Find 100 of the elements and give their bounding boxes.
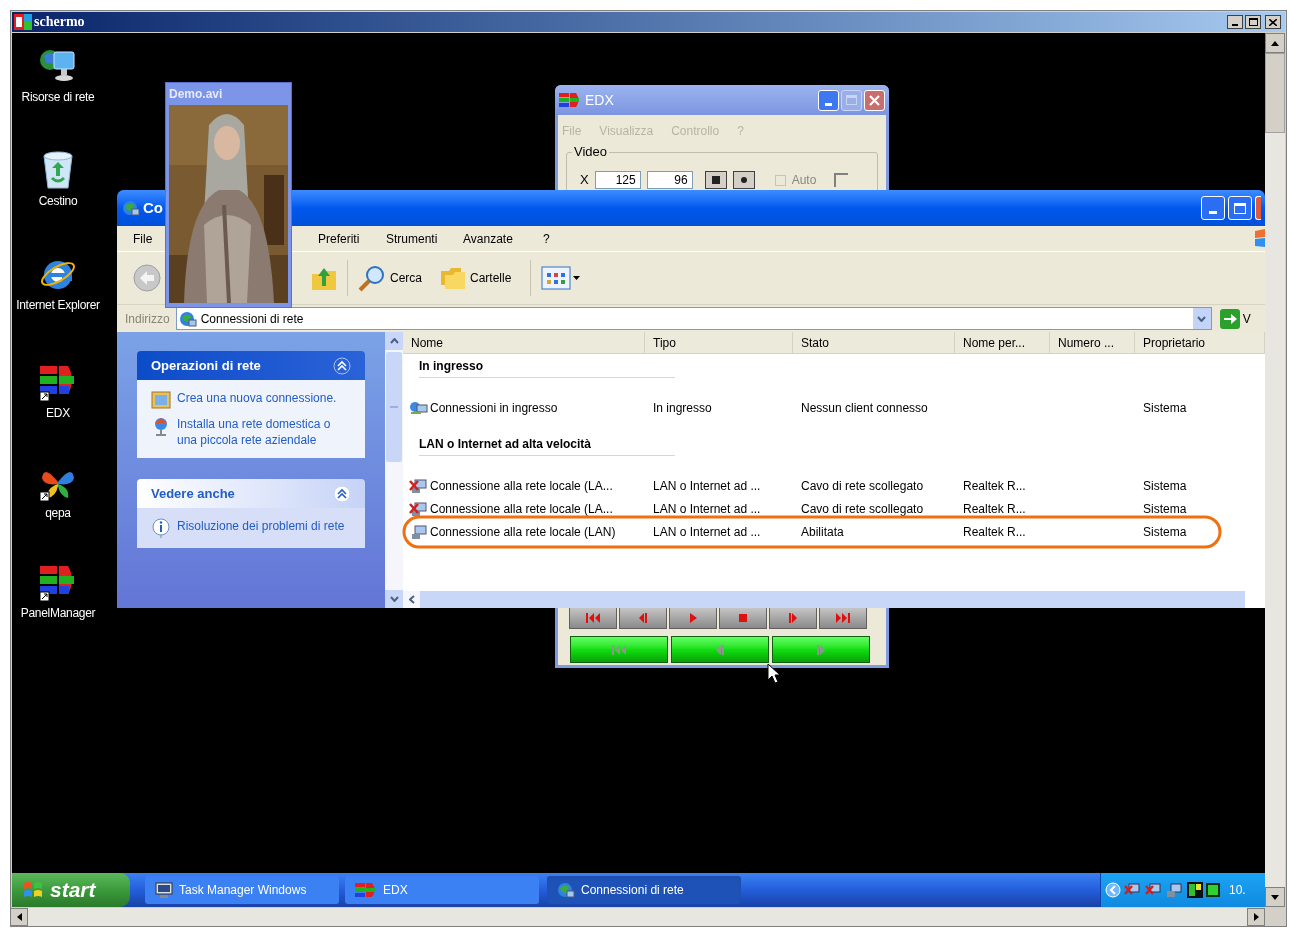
scroll-left-icon[interactable]	[408, 595, 415, 604]
task-link[interactable]: Crea una nuova connessione.	[177, 390, 347, 406]
close-button[interactable]	[1265, 15, 1281, 29]
media-button[interactable]	[570, 636, 668, 663]
media-button[interactable]	[619, 606, 667, 629]
table-cell: LAN o Internet ad ...	[653, 502, 761, 516]
menu-item[interactable]: Strumenti	[386, 229, 438, 248]
desktop-icon-label[interactable]: EDX	[12, 406, 104, 421]
toolbar-button[interactable]: Cerca	[355, 263, 424, 293]
column-header[interactable]: Stato	[793, 332, 955, 354]
grid-view-icon	[541, 266, 571, 290]
table-cell: Nessun client connesso	[801, 401, 928, 415]
table-cell: LAN o Internet ad ...	[653, 479, 761, 493]
maximize-icon	[846, 95, 857, 105]
edx-logo-icon	[355, 883, 377, 897]
column-header[interactable]: Proprietario	[1135, 332, 1265, 354]
media-button[interactable]	[671, 636, 769, 663]
scroll-up-icon[interactable]	[1271, 40, 1279, 46]
network-connection-icon[interactable]	[1166, 882, 1184, 898]
scroll-thumb[interactable]	[1265, 53, 1285, 133]
toolbar-button[interactable]: Cartelle	[437, 263, 514, 293]
task-link[interactable]: Risoluzione dei problemi di rete	[177, 518, 347, 534]
windows-flag-icon	[22, 880, 44, 900]
maximize-button[interactable]	[1245, 15, 1261, 29]
task-link[interactable]: Installa una rete domestica o una piccola rete aziendale	[177, 416, 347, 448]
group-header: LAN o Internet ad alta velocità	[419, 435, 675, 456]
go-button[interactable]: V	[1219, 308, 1251, 329]
media-button[interactable]	[569, 606, 617, 629]
views-button[interactable]	[541, 265, 580, 291]
minimize-button[interactable]	[1227, 15, 1243, 29]
app-icon	[14, 14, 32, 30]
dropdown-button[interactable]	[1192, 308, 1211, 329]
table-cell: Sistema	[1143, 502, 1187, 516]
set-button[interactable]	[732, 171, 755, 189]
incoming-connection-icon	[409, 400, 429, 416]
desktop-icon-label[interactable]: qepa	[12, 506, 104, 521]
list-row[interactable]: Connessione alla rete locale (LAN) LAN o Internet ad ... Abilitata Realtek R... Sistema	[403, 521, 1265, 543]
media-button[interactable]	[819, 606, 867, 629]
desktop-icon-label[interactable]: Cestino	[12, 194, 104, 209]
search-icon	[357, 264, 387, 292]
network-globe-icon	[178, 309, 197, 328]
media-button[interactable]	[719, 606, 767, 629]
address-field[interactable]: Connessioni di rete	[175, 307, 1212, 330]
pane-header[interactable]: Vedere anche	[137, 479, 365, 508]
chip-icon[interactable]	[1206, 883, 1220, 897]
list-row[interactable]: Connessioni in ingresso In ingresso Nessun client connesso Sistema	[403, 397, 1265, 419]
scroll-right-icon[interactable]	[1253, 913, 1259, 921]
column-header[interactable]: Numero ...	[1050, 332, 1135, 354]
list-row[interactable]: Connessione alla rete locale (LA... LAN o Internet ad ... Cavo di rete scollegato Realtek R... Sistema	[403, 475, 1265, 497]
folder-icon	[439, 265, 467, 291]
desktop-icon-label[interactable]: Internet Explorer	[12, 298, 104, 313]
menu-item[interactable]: ?	[543, 229, 550, 248]
desktop-icon-label[interactable]: Risorse di rete	[12, 90, 104, 105]
table-cell-text: Connessione alla rete locale (LAN)	[430, 524, 616, 541]
horizontal-scrollbar[interactable]	[10, 908, 1265, 926]
disconnected-network-icon	[409, 501, 429, 517]
menu-item[interactable]: Avanzate	[463, 229, 513, 248]
input-field[interactable]: 96	[646, 171, 693, 189]
horizontal-scrollbar[interactable]	[403, 591, 1245, 608]
table-cell-text: Connessione alla rete locale (LA...	[430, 478, 613, 495]
connection-wizard-icon	[151, 390, 171, 410]
input-field[interactable]: 125	[594, 171, 641, 189]
vertical-scrollbar[interactable]	[385, 332, 403, 608]
window-title: Demo.avi	[169, 86, 223, 103]
skip-back-icon	[611, 643, 627, 656]
collapse-icon[interactable]	[333, 484, 351, 503]
menu-item[interactable]: File	[133, 229, 153, 248]
set-button[interactable]	[704, 171, 727, 189]
network-connection-icon	[409, 524, 429, 540]
desktop-icon-label[interactable]: PanelManager	[12, 606, 104, 621]
pane-header[interactable]: Operazioni di rete	[137, 351, 365, 380]
table-cell: Realtek R...	[963, 525, 1026, 539]
start-button[interactable]: start	[12, 873, 130, 907]
vertical-scrollbar[interactable]	[1265, 33, 1285, 907]
network-globe-icon	[121, 199, 140, 217]
column-header[interactable]: Nome per...	[955, 332, 1050, 354]
table-cell: Sistema	[1143, 525, 1187, 539]
close-icon	[1269, 18, 1277, 26]
taskbar-button[interactable]: Connessioni di rete	[547, 876, 741, 904]
scroll-left-icon[interactable]	[16, 913, 22, 921]
taskbar-button[interactable]: EDX	[345, 876, 539, 904]
edx-logo-icon	[559, 93, 581, 107]
column-header[interactable]: Tipo	[645, 332, 793, 354]
scroll-thumb[interactable]	[386, 352, 402, 462]
media-button[interactable]	[769, 606, 817, 629]
list-row[interactable]: Connessione alla rete locale (LA... LAN o Internet ad ... Cavo di rete scollegato Realtek R... Sistema	[403, 498, 1265, 520]
table-cell: Abilitata	[801, 525, 844, 539]
menu-item[interactable]: Preferiti	[318, 229, 360, 248]
table-cell: Sistema	[1143, 479, 1187, 493]
media-button[interactable]	[772, 636, 870, 663]
chevron-left-icon[interactable]	[1105, 882, 1121, 898]
media-button[interactable]	[669, 606, 717, 629]
monitor-icon	[155, 882, 173, 898]
collapse-icon[interactable]	[333, 356, 351, 375]
column-header[interactable]: Nome	[403, 332, 645, 354]
maximize-icon	[1234, 202, 1246, 214]
app-tray-icon[interactable]	[1187, 882, 1203, 898]
skip-back-icon	[585, 611, 601, 624]
taskbar-button[interactable]: Task Manager Windows	[145, 876, 339, 904]
scroll-down-icon[interactable]	[1271, 894, 1279, 900]
